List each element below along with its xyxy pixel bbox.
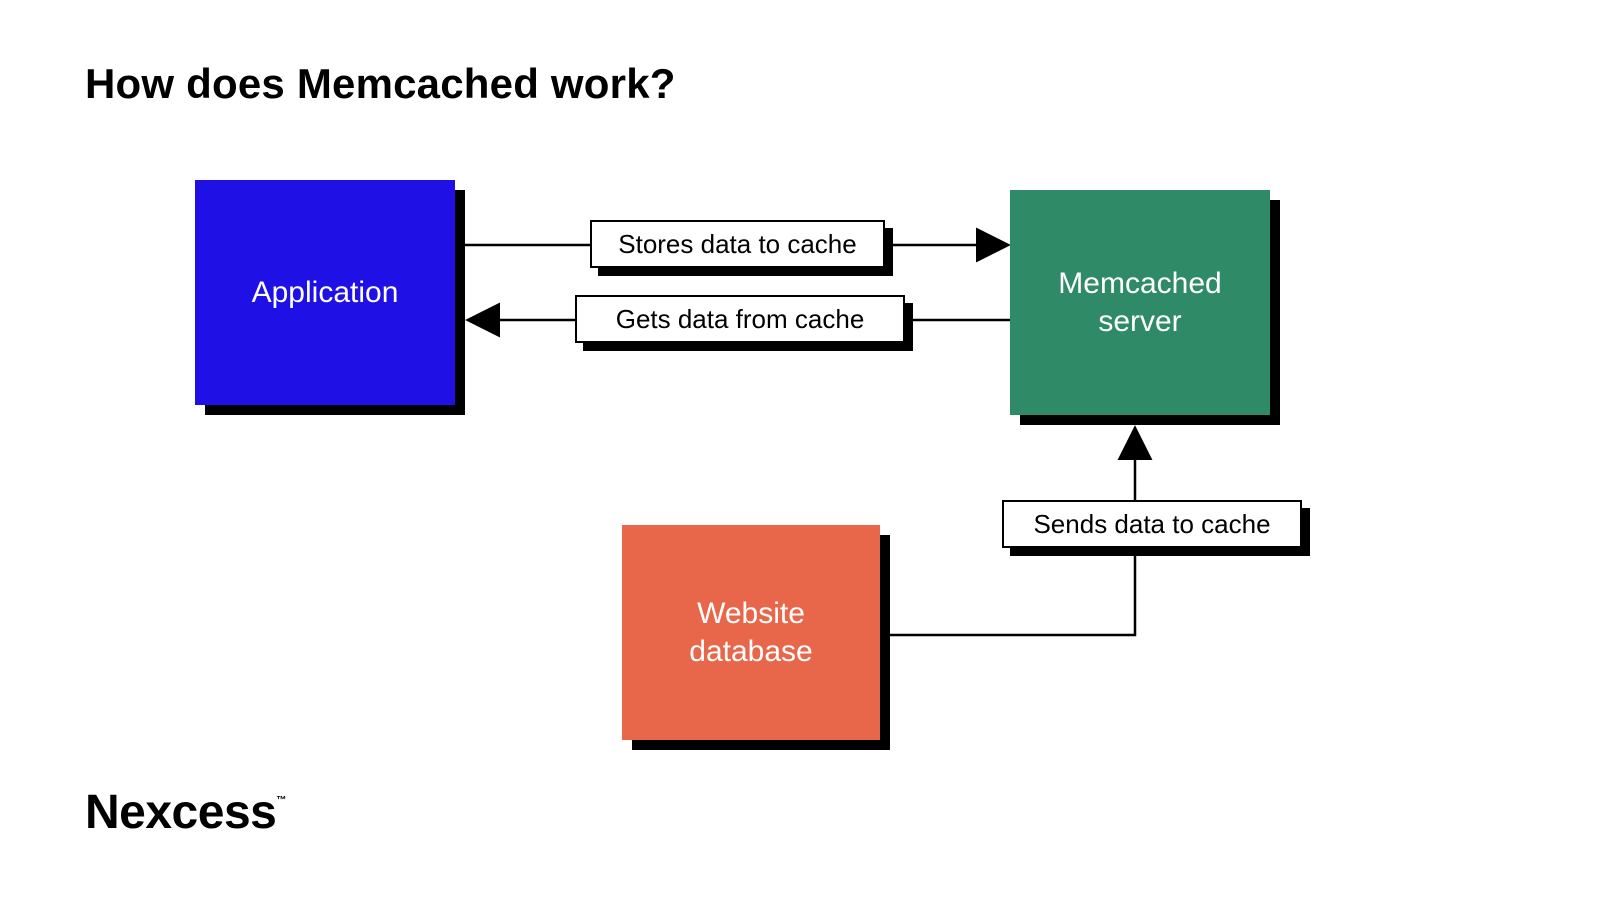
brand-logo: Nexcess™ bbox=[85, 785, 286, 840]
node-database-label: Website database bbox=[689, 595, 812, 670]
node-database: Website database bbox=[622, 525, 880, 740]
edge-label-sends: Sends data to cache bbox=[1002, 500, 1302, 548]
node-application: Application bbox=[195, 180, 455, 405]
node-memcached: Memcached server bbox=[1010, 190, 1270, 415]
edge-label-sends-text: Sends data to cache bbox=[1033, 509, 1270, 540]
connector-layer bbox=[0, 0, 1600, 900]
diagram-stage: How does Memcached work? Application Mem… bbox=[0, 0, 1600, 900]
edge-label-stores: Stores data to cache bbox=[590, 220, 885, 268]
edge-label-gets: Gets data from cache bbox=[575, 295, 905, 343]
edge-label-stores-text: Stores data to cache bbox=[618, 229, 856, 260]
node-memcached-label: Memcached server bbox=[1058, 265, 1221, 340]
node-application-label: Application bbox=[252, 274, 399, 312]
brand-text: Nexcess bbox=[85, 786, 276, 839]
trademark-icon: ™ bbox=[276, 795, 286, 806]
edge-label-gets-text: Gets data from cache bbox=[616, 304, 865, 335]
